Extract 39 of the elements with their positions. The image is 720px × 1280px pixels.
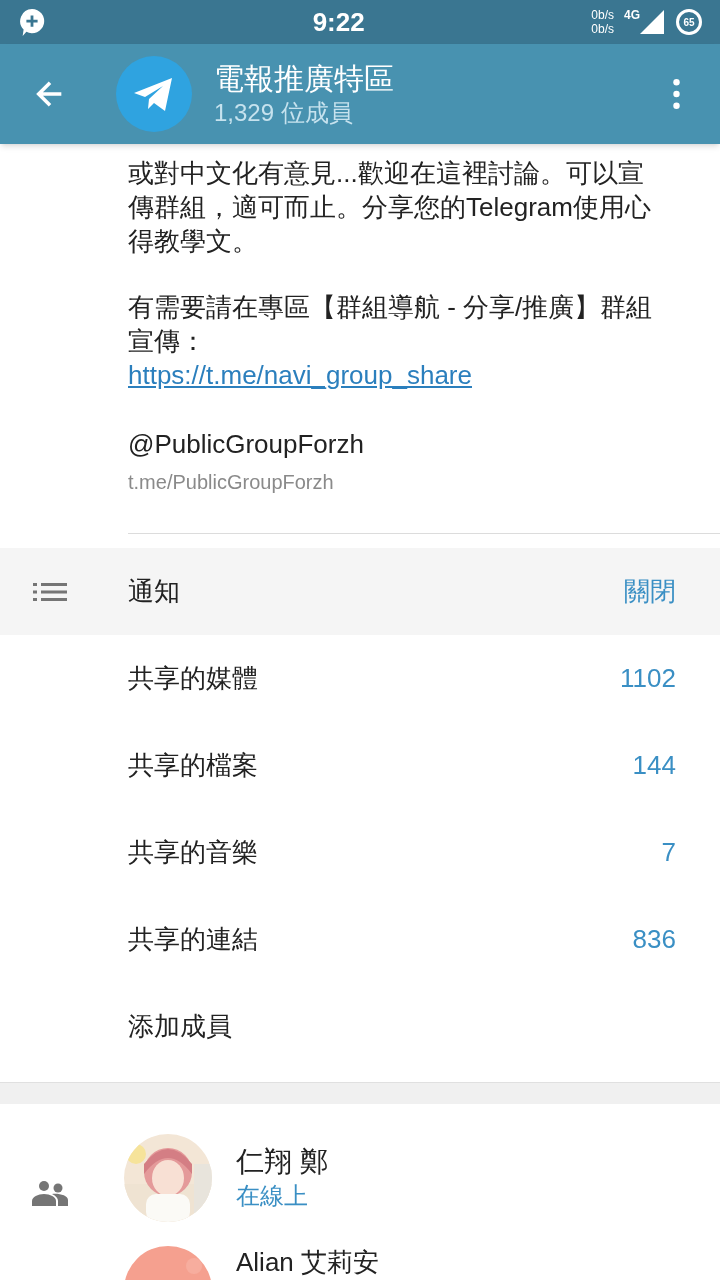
list-row[interactable]: 添加成員 (0, 983, 720, 1070)
member-name: Alian 艾莉安 (236, 1248, 380, 1276)
row-label: 添加成員 (128, 1010, 233, 1043)
row-value: 144 (632, 749, 676, 782)
description-text: 或對中文化有意見...歡迎在這裡討論。可以宣傳群組，適可而止。分享您的Telegram使用心得教學文。 (128, 157, 652, 258)
row-label: 通知 (128, 575, 181, 608)
member-status: 在線上 (236, 1181, 309, 1211)
description-text: 有需要請在專區【群組導航 - 分享/推廣】群組宣傳： (128, 291, 653, 358)
clock: 9:22 (311, 5, 366, 39)
group-title: 電報推廣特區 (214, 61, 395, 97)
username: @PublicGroupForzh (128, 428, 365, 461)
row-label: 共享的媒體 (128, 662, 259, 695)
list-row[interactable]: 共享的連結 836 (0, 896, 720, 983)
group-avatar-icon (116, 56, 192, 132)
list-icon (33, 581, 67, 602)
member-count: 1,329 位成員 (214, 98, 354, 128)
share-link[interactable]: https://t.me/navi_group_share (128, 358, 472, 392)
list-row[interactable]: 共享的檔案 144 (0, 722, 720, 809)
network-type: 4G (624, 7, 640, 24)
more-icon (672, 79, 680, 109)
download-speed: 0b/s (591, 22, 614, 36)
member-row[interactable]: Alian 艾莉安 (124, 1246, 380, 1280)
row-value: 7 (661, 836, 676, 869)
row-value: 關閉 (624, 575, 676, 608)
list-row[interactable]: 共享的音樂 7 (0, 809, 720, 896)
member-name: 仁翔 鄭 (236, 1145, 328, 1179)
row-value: 836 (632, 923, 676, 956)
notifications-row[interactable]: 通知 關閉 (0, 548, 720, 635)
row-label: 共享的音樂 (128, 836, 259, 869)
row-value: 1102 (620, 662, 676, 695)
signal-icon (640, 10, 664, 34)
upload-speed: 0b/s (591, 8, 614, 22)
row-label: 共享的檔案 (128, 749, 259, 782)
row-label: 共享的連結 (128, 923, 259, 956)
battery-ring: 65 (676, 9, 702, 35)
list-row[interactable]: 共享的媒體 1102 (0, 635, 720, 722)
members-icon (32, 1180, 68, 1206)
member-row[interactable]: 仁翔 鄭 在線上 (124, 1134, 380, 1222)
chat-plus-icon (18, 7, 46, 37)
